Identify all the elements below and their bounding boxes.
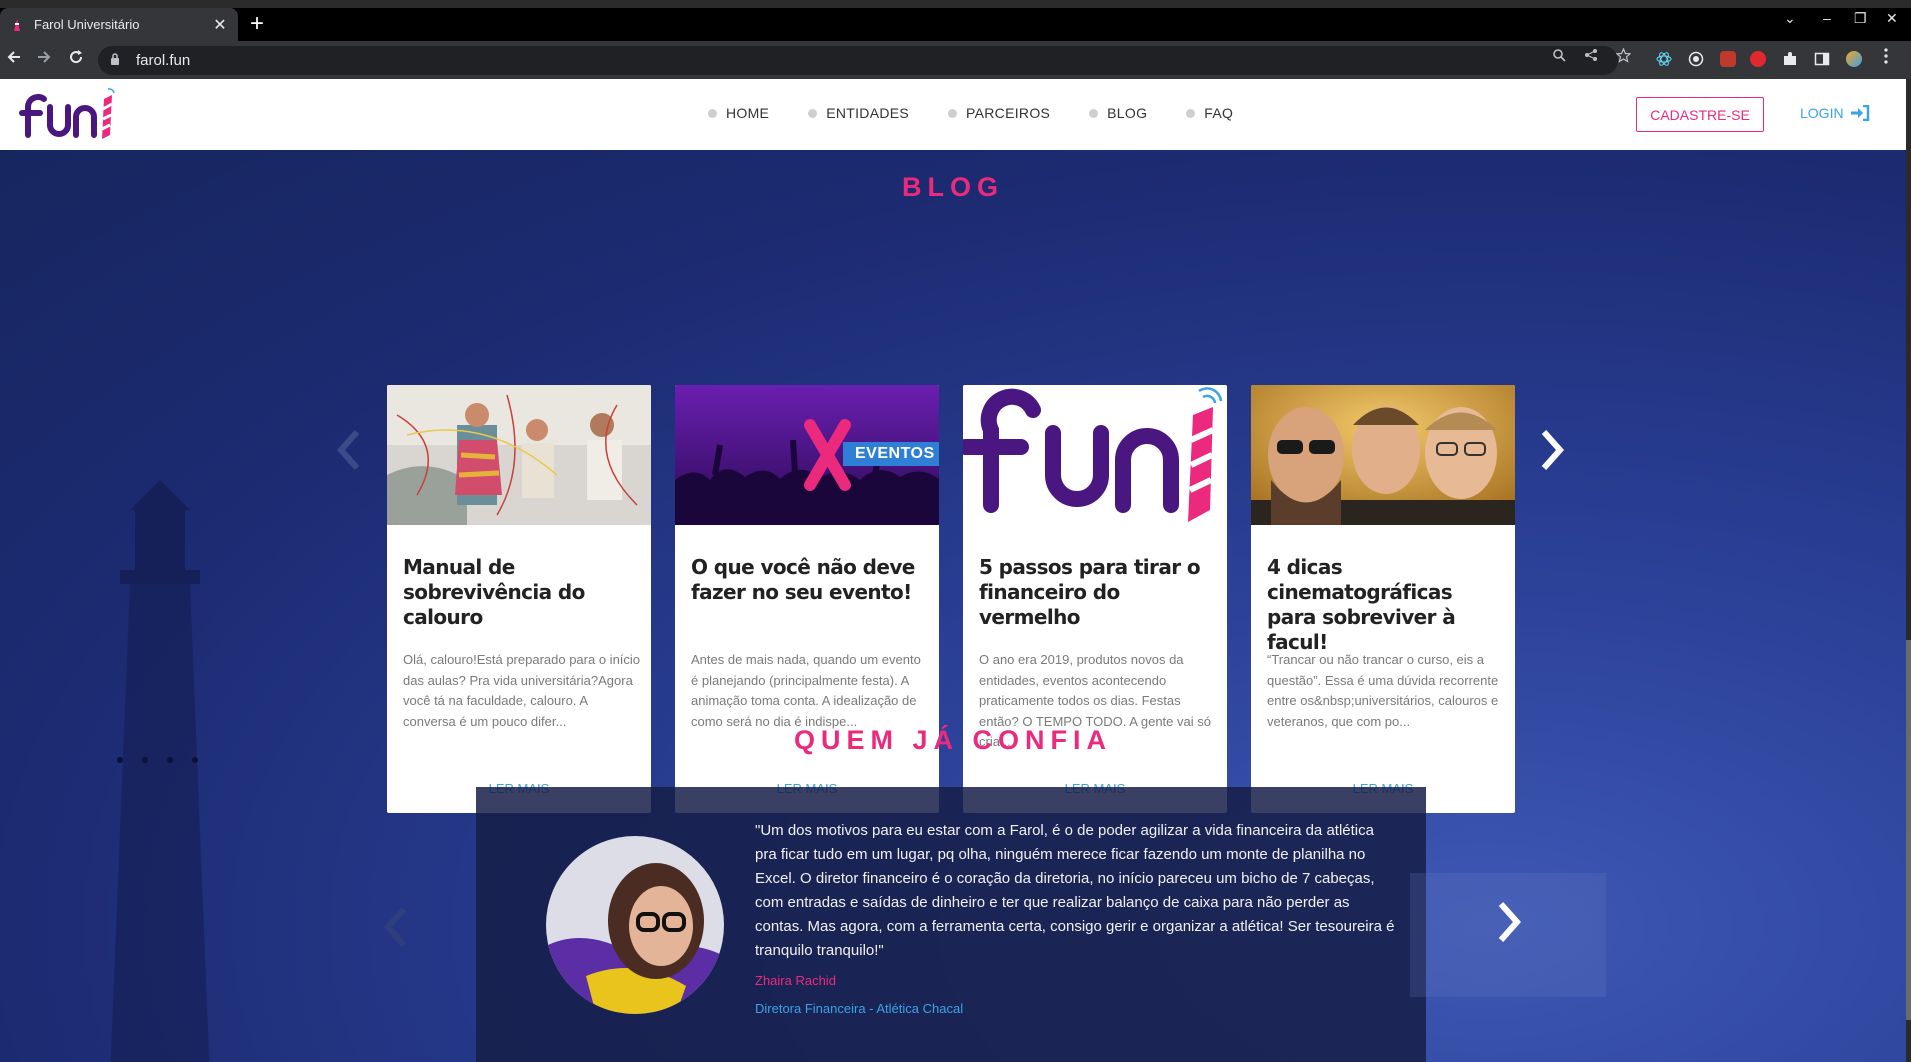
back-arrow-icon[interactable] xyxy=(6,49,22,69)
farol-favicon-icon xyxy=(10,18,24,32)
menu-item-label: BLOG xyxy=(1107,105,1148,121)
blog-next-arrow-icon[interactable] xyxy=(1540,428,1566,477)
bookmark-star-icon[interactable] xyxy=(1615,47,1632,67)
blog-card-title[interactable]: O que você não deve fazer no seu evento! xyxy=(691,555,927,605)
menu-item-parceiros[interactable]: PARCEIROS xyxy=(948,105,1050,121)
event-crowd-image: EVENTOS xyxy=(675,385,939,525)
address-bar[interactable]: farol.fun xyxy=(98,46,1618,75)
redux-extension-icon[interactable] xyxy=(1720,51,1736,67)
share-icon[interactable] xyxy=(1584,48,1598,66)
login-arrow-icon xyxy=(1850,104,1870,122)
window-close-button[interactable]: ✕ xyxy=(1886,10,1898,27)
browser-toolbar: farol.fun xyxy=(0,41,1911,79)
bullet-dot-icon xyxy=(708,108,717,118)
scrollbar-thumb[interactable] xyxy=(1906,640,1911,1020)
testimonial-prev-arrow-icon[interactable] xyxy=(382,905,408,954)
signup-button[interactable]: CADASTRE-SE xyxy=(1636,97,1764,132)
login-button[interactable]: LOGIN xyxy=(1800,104,1870,122)
tab-close-icon[interactable]: ✕ xyxy=(212,15,228,35)
testimonial-author-name: Zhaira Rachid xyxy=(755,973,836,988)
eventos-image-label: EVENTOS xyxy=(855,445,935,462)
bullet-dot-icon xyxy=(1089,108,1099,118)
testimonial-quote: "Um dos motivos para eu estar com a Faro… xyxy=(755,822,1395,959)
window-top-strip xyxy=(0,0,1911,8)
menu-item-faq[interactable]: FAQ xyxy=(1186,105,1233,121)
menu-item-home[interactable]: HOME xyxy=(708,105,769,121)
blog-card-excerpt: “Trancar ou não trancar o curso, eis a q… xyxy=(1267,652,1499,729)
blog-card-excerpt: Antes de mais nada, quando um evento é p… xyxy=(691,652,921,729)
blog-prev-arrow-icon[interactable] xyxy=(335,428,361,483)
lighthouse-silhouette-image xyxy=(90,480,230,1062)
bullet-dot-icon xyxy=(1186,108,1196,118)
testimonial-next-arrow-icon[interactable] xyxy=(1497,900,1523,949)
zoom-search-icon[interactable] xyxy=(1552,48,1566,66)
ublock-extension-icon[interactable] xyxy=(1750,51,1766,67)
browser-tab[interactable]: Farol Universitário ✕ xyxy=(0,8,238,41)
react-devtools-icon[interactable] xyxy=(1656,51,1672,67)
testimonial-author-role: Diretora Financeira - Atlética Chacal xyxy=(755,1001,964,1016)
menu-item-label: HOME xyxy=(726,105,770,121)
tab-search-icon[interactable]: ⌄ xyxy=(1784,10,1796,27)
side-panel-icon[interactable] xyxy=(1814,51,1830,67)
login-label: LOGIN xyxy=(1800,105,1844,121)
blog-card-excerpt: Olá, calouro!Está preparado para o iníci… xyxy=(403,652,641,729)
fun-logo-image xyxy=(963,385,1227,525)
main-menu: HOME ENTIDADES PARCEIROS BLOG FAQ xyxy=(708,105,1272,121)
festival-crowd-image xyxy=(387,385,651,525)
menu-item-blog[interactable]: BLOG xyxy=(1089,105,1147,121)
forward-arrow-icon[interactable] xyxy=(36,49,52,69)
testimonial-avatar xyxy=(546,836,724,1014)
browser-tab-bar: Farol Universitário ✕ + ⌄ – ❐ ✕ xyxy=(0,0,1911,41)
testimonial-card: "Um dos motivos para eu estar com a Faro… xyxy=(476,787,1426,1062)
site-header: HOME ENTIDADES PARCEIROS BLOG FAQ CADAST… xyxy=(0,79,1906,150)
menu-item-label: ENTIDADES xyxy=(826,105,910,121)
menu-item-label: PARCEIROS xyxy=(966,105,1051,121)
extensions-puzzle-icon[interactable] xyxy=(1782,51,1798,67)
new-tab-button[interactable]: + xyxy=(250,12,264,36)
blog-card-title[interactable]: Manual de sobrevivência do calouro xyxy=(403,555,639,630)
testimonials-section-title: QUEM JÁ CONFIA xyxy=(793,725,1112,755)
tab-title: Farol Universitário xyxy=(34,17,140,32)
profile-avatar-icon[interactable] xyxy=(1846,51,1862,67)
movie-poster-image xyxy=(1251,385,1515,525)
target-extension-icon[interactable] xyxy=(1688,51,1704,67)
menu-item-entidades[interactable]: ENTIDADES xyxy=(808,105,909,121)
menu-item-label: FAQ xyxy=(1204,105,1234,121)
blog-section-title: BLOG xyxy=(902,172,1004,202)
browser-menu-icon[interactable] xyxy=(1884,48,1888,68)
lock-icon xyxy=(110,53,126,68)
blog-card-title[interactable]: 5 passos para tirar o financeiro do verm… xyxy=(979,555,1215,630)
main-content: BLOG Manual de sobrevivência do calouro … xyxy=(0,150,1906,1062)
reload-icon[interactable] xyxy=(68,49,84,69)
bullet-dot-icon xyxy=(808,108,818,118)
minimize-button[interactable]: – xyxy=(1823,10,1831,26)
url-text: farol.fun xyxy=(136,52,191,69)
farol-fun-logo[interactable] xyxy=(18,85,118,145)
restore-button[interactable]: ❐ xyxy=(1854,10,1867,27)
bullet-dot-icon xyxy=(948,108,958,118)
blog-card-title[interactable]: 4 dicas cinematográficas para sobreviver… xyxy=(1267,555,1503,655)
